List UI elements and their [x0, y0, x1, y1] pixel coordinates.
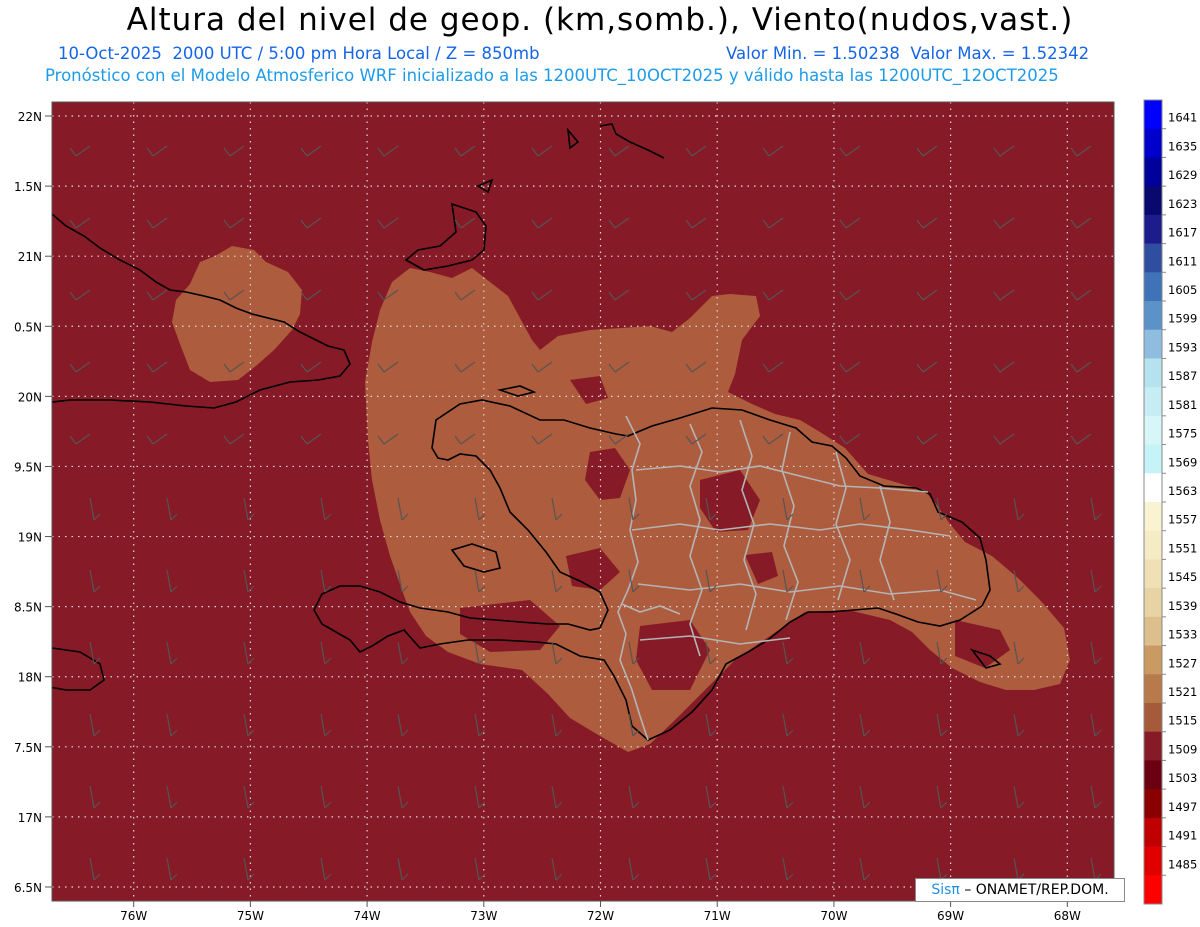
- colorbar-swatch: [1144, 100, 1162, 130]
- colorbar-label: 1605: [1168, 283, 1197, 297]
- lon-tick-label: 70W: [820, 909, 847, 923]
- colorbar-label: 1593: [1168, 340, 1197, 354]
- colorbar-swatch: [1144, 817, 1162, 848]
- lon-tick-label: 75W: [237, 909, 264, 923]
- lat-tick-label: 17N: [18, 811, 42, 825]
- colorbar-label: 1497: [1168, 800, 1197, 814]
- colorbar-swatch: [1144, 789, 1162, 819]
- colorbar-label: 1611: [1168, 254, 1197, 268]
- colorbar-label: 1641: [1168, 111, 1197, 125]
- colorbar-label: 1617: [1168, 226, 1197, 240]
- lat-tick-label: 9.5N: [14, 460, 42, 474]
- colorbar-swatch: [1144, 272, 1162, 302]
- colorbar-label: 1491: [1168, 829, 1197, 843]
- colorbar-label: 1551: [1168, 541, 1197, 555]
- forecast-map: 22N 1.5N 21N 0.5N 20N 9.5N 19N 8.5N 18N 7.5N 17N 6.…: [14, 99, 1197, 923]
- colorbar-label: 1527: [1168, 656, 1197, 670]
- colorbar-label: 1563: [1168, 484, 1197, 498]
- colorbar-swatch: [1144, 731, 1162, 761]
- colorbar-label: 1533: [1168, 628, 1197, 642]
- lat-tick-label: 1.5N: [14, 180, 42, 194]
- colorbar-label: 1575: [1168, 427, 1197, 441]
- colorbar-swatch: [1144, 157, 1162, 187]
- colorbar-label: 1587: [1168, 369, 1197, 383]
- colorbar-swatch: [1144, 186, 1162, 216]
- colorbar-label: 1545: [1168, 570, 1197, 584]
- colorbar-label: 1629: [1168, 168, 1197, 182]
- colorbar-label: 1623: [1168, 197, 1197, 211]
- lat-tick-label: 20N: [18, 390, 42, 404]
- colorbar-swatch: [1144, 214, 1162, 245]
- onamet-credit: – ONAMET/REP.DOM.: [964, 882, 1109, 898]
- colorbar-label: 1515: [1168, 714, 1197, 728]
- colorbar-swatch: [1144, 387, 1162, 417]
- lat-tick-label: 6.5N: [14, 881, 42, 895]
- colorbar-swatch: [1144, 645, 1162, 675]
- lon-tick-label: 69W: [937, 909, 964, 923]
- colorbar-label: 1539: [1168, 599, 1197, 613]
- colorbar-swatch: [1144, 444, 1162, 474]
- colorbar-label: 1581: [1168, 398, 1197, 412]
- colorbar-swatch: [1144, 588, 1162, 618]
- colorbar-swatch: [1144, 846, 1162, 876]
- lon-tick-label: 71W: [704, 909, 731, 923]
- sispi-logo-text: Sisπ: [931, 882, 960, 898]
- colorbar-label: 1599: [1168, 312, 1197, 326]
- colorbar-swatch: [1144, 329, 1162, 359]
- colorbar-swatch: [1144, 301, 1162, 331]
- colorbar-swatch: [1144, 616, 1162, 647]
- colorbar-swatch: [1144, 415, 1162, 446]
- colorbar-label: 1557: [1168, 513, 1197, 527]
- lon-tick-label: 72W: [587, 909, 614, 923]
- credit-box: Sisπ – ONAMET/REP.DOM.: [915, 878, 1125, 902]
- colorbar-label: 1521: [1168, 685, 1197, 699]
- color-scale: 1641 1635 1629 1623 1617 1611 1605 1599 1593 1587…: [1143, 99, 1197, 905]
- colorbar-label: 1569: [1168, 455, 1197, 469]
- colorbar-swatch: [1144, 760, 1162, 790]
- lat-tick-label: 22N: [18, 110, 42, 124]
- lat-tick-label: 7.5N: [14, 741, 42, 755]
- lon-tick-label: 76W: [120, 909, 147, 923]
- colorbar-swatch: [1144, 128, 1162, 158]
- colorbar-swatch: [1144, 243, 1162, 273]
- colorbar-swatch: [1144, 530, 1162, 560]
- colorbar-label: 1503: [1168, 771, 1197, 785]
- lat-tick-label: 19N: [18, 531, 42, 545]
- lon-tick-label: 68W: [1054, 909, 1081, 923]
- colorbar-swatch: [1144, 875, 1162, 905]
- latitude-labels: 22N 1.5N 21N 0.5N 20N 9.5N 19N 8.5N 18N 7.5N 17N 6.…: [14, 110, 52, 895]
- colorbar-label: 1509: [1168, 742, 1197, 756]
- colorbar-swatch: [1144, 358, 1162, 388]
- longitude-labels: 76W 75W 74W 73W 72W 71W 70W 69W 68W: [120, 901, 1081, 923]
- colorbar-swatch: [1144, 473, 1162, 503]
- lat-tick-label: 18N: [18, 671, 42, 685]
- colorbar-label: 1635: [1168, 139, 1197, 153]
- lat-tick-label: 8.5N: [14, 601, 42, 615]
- colorbar-swatch: [1144, 502, 1162, 532]
- colorbar-swatch: [1144, 559, 1162, 589]
- lon-tick-label: 73W: [470, 909, 497, 923]
- lat-tick-label: 21N: [18, 250, 42, 264]
- lon-tick-label: 74W: [354, 909, 381, 923]
- colorbar-swatch: [1144, 703, 1162, 733]
- lat-tick-label: 0.5N: [14, 320, 42, 334]
- colorbar-swatch: [1144, 674, 1162, 704]
- colorbar-label: 1485: [1168, 857, 1197, 871]
